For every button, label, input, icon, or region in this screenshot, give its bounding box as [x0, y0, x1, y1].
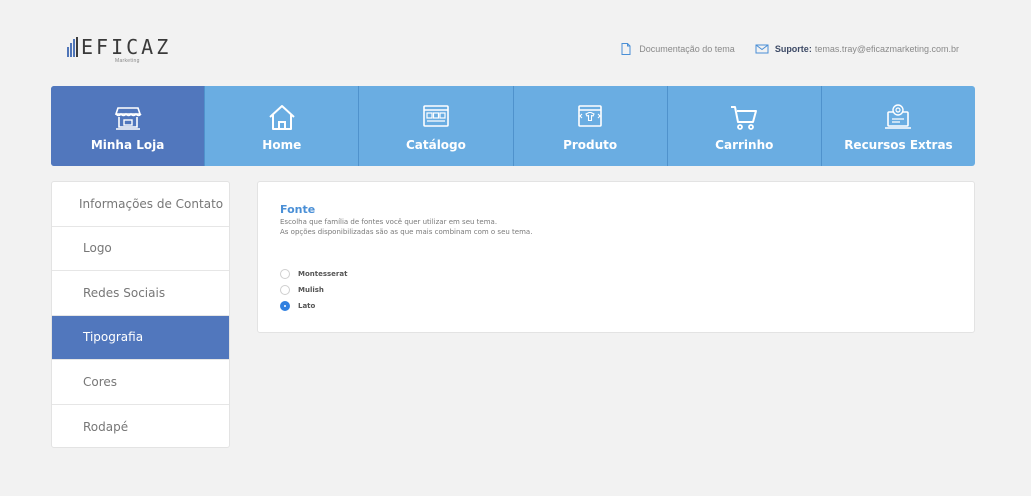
extras-icon [885, 104, 912, 129]
brand-name: EFICAZ [81, 35, 172, 59]
mail-icon [755, 44, 769, 54]
radio-button-mulish[interactable] [280, 285, 290, 295]
font-option-mulish[interactable]: Mulish [280, 282, 347, 298]
cart-icon [731, 106, 758, 130]
product-icon [578, 105, 602, 127]
nav-label-catalogo: Catálogo [405, 138, 466, 152]
support-label: Suporte: [774, 44, 812, 54]
header: EFICAZ Marketing Documentação do tema Su… [0, 0, 1031, 86]
font-option-montesserat[interactable]: Montesserat [280, 266, 347, 282]
store-icon [114, 107, 142, 130]
nav-item-minha-loja[interactable]: Minha Loja [51, 86, 206, 166]
nav-item-home[interactable]: Home [205, 86, 360, 166]
panel-title: Fonte [280, 203, 316, 216]
radio-button-montesserat[interactable] [280, 269, 290, 279]
sidebar-item-logo[interactable]: Logo [52, 227, 229, 271]
font-option-label: Montesserat [298, 270, 348, 278]
header-links: Documentação do tema Suporte: temas.tray… [619, 42, 959, 56]
sidebar-item-redes-sociais[interactable]: Redes Sociais [52, 271, 229, 316]
docs-link[interactable]: Documentação do tema [619, 42, 735, 56]
support-link[interactable]: Suporte: temas.tray@eficazmarketing.com.… [755, 42, 959, 56]
panel-description-line-2: As opções disponibilizadas são as que ma… [280, 228, 533, 236]
docs-link-label: Documentação do tema [639, 44, 735, 54]
panel-description: Escolha que família de fontes você quer … [280, 217, 532, 237]
nav-label-minha-loja: Minha Loja [90, 138, 165, 152]
font-option-label: Mulish [298, 286, 324, 294]
font-option-label: Lato [298, 302, 316, 310]
font-option-lato[interactable]: Lato [280, 298, 347, 314]
home-icon [269, 105, 295, 130]
main-nav: Minha Loja Home Catálogo Produto Carrinh… [51, 86, 975, 166]
sidebar-item-cores[interactable]: Cores [52, 360, 229, 405]
nav-item-recursos-extras[interactable]: Recursos Extras [822, 86, 975, 166]
sidebar-item-informacoes-de-contato[interactable]: Informações de Contato [52, 182, 229, 227]
settings-sidebar: Informações de Contato Logo Redes Sociai… [51, 181, 230, 448]
logo-bars-icon [67, 37, 81, 57]
nav-item-carrinho[interactable]: Carrinho [668, 86, 822, 166]
nav-item-catalogo[interactable]: Catálogo [359, 86, 514, 166]
nav-item-produto[interactable]: Produto [514, 86, 668, 166]
support-email: temas.tray@eficazmarketing.com.br [814, 44, 959, 54]
catalog-icon [423, 105, 449, 127]
sidebar-item-rodape[interactable]: Rodapé [52, 405, 229, 448]
nav-label-recursos-extras: Recursos Extras [844, 138, 953, 152]
radio-button-lato[interactable] [280, 301, 290, 311]
nav-label-carrinho: Carrinho [715, 138, 774, 152]
document-icon [621, 43, 631, 55]
panel-description-line-1: Escolha que família de fontes você quer … [280, 218, 498, 226]
font-options: Montesserat Mulish Lato [280, 266, 347, 314]
nav-label-home: Home [262, 138, 302, 152]
font-settings-panel: Fonte Escolha que família de fontes você… [257, 181, 975, 333]
sidebar-item-tipografia[interactable]: Tipografia [52, 315, 229, 360]
brand-tagline: Marketing [115, 58, 140, 64]
nav-label-produto: Produto [563, 138, 618, 152]
